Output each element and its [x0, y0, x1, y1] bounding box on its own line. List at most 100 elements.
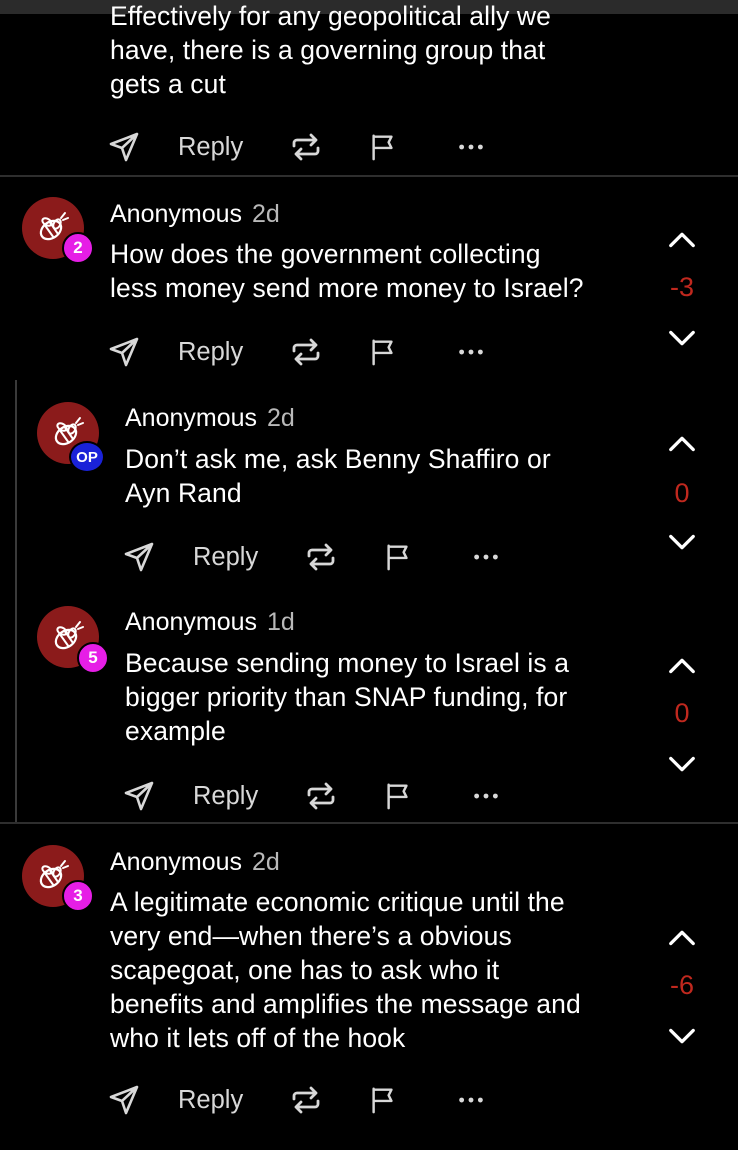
downvote-icon: [667, 329, 697, 349]
flag-button[interactable]: [368, 1080, 398, 1120]
comment-text-line: scapegoat, one has to ask who it: [110, 955, 500, 985]
comment-text-line: A legitimate economic critique until the: [110, 887, 565, 917]
comment-header: Anonymous 2d: [110, 848, 280, 877]
comment-text-line: very end—when there’s a obvious: [110, 921, 512, 951]
repost-button[interactable]: [290, 127, 322, 167]
share-button[interactable]: [108, 1080, 140, 1120]
vote-score: 0: [674, 698, 690, 728]
share-button[interactable]: [123, 537, 155, 577]
comment-text-line: Ayn Rand: [125, 478, 242, 508]
author-name: Anonymous: [110, 200, 243, 228]
upvote-icon: [667, 655, 697, 675]
downvote-button[interactable]: [662, 324, 702, 354]
upvote-button[interactable]: [662, 650, 702, 680]
comment-actions: Reply: [108, 332, 508, 372]
reply-button[interactable]: Reply: [193, 537, 258, 577]
share-button[interactable]: [108, 332, 140, 372]
timestamp: 2d: [267, 404, 295, 432]
reply-button[interactable]: Reply: [178, 127, 243, 167]
downvote-button[interactable]: [662, 1022, 702, 1052]
flag-button[interactable]: [368, 127, 398, 167]
comment-header: Anonymous 2d: [125, 404, 295, 433]
repost-icon: [290, 131, 322, 163]
comment-text-line: have, there is a governing group that: [110, 35, 546, 65]
share-icon: [108, 336, 140, 368]
repost-icon: [290, 1084, 322, 1116]
partial-comment: Effectively for any geopolitical ally we…: [0, 0, 738, 176]
comment: 3 Anonymous 2d A legitimate economic crit…: [0, 824, 738, 1150]
downvote-button[interactable]: [662, 528, 702, 558]
upvote-button[interactable]: [662, 922, 702, 952]
share-button[interactable]: [123, 776, 155, 816]
more-button[interactable]: [471, 537, 501, 577]
author-name: Anonymous: [125, 404, 258, 432]
share-button[interactable]: [108, 127, 140, 167]
more-icon: [471, 781, 501, 811]
comment-text-line: Because sending money to Israel is a: [125, 648, 570, 678]
downvote-icon: [667, 755, 697, 775]
more-icon: [456, 132, 486, 162]
share-icon: [123, 541, 155, 573]
comment-header: Anonymous 2d: [110, 200, 280, 229]
share-icon: [108, 131, 140, 163]
comment-actions: Reply: [123, 537, 523, 577]
upvote-icon: [667, 229, 697, 249]
timestamp: 1d: [267, 608, 295, 636]
share-icon: [108, 1084, 140, 1116]
upvote-button[interactable]: [662, 224, 702, 254]
flag-icon: [383, 542, 413, 572]
user-badge: 3: [62, 880, 94, 912]
downvote-icon: [667, 533, 697, 553]
more-button[interactable]: [456, 332, 486, 372]
comment-text-line: bigger priority than SNAP funding, for: [125, 682, 568, 712]
comment-reply: 5 Anonymous 1d Because sending money to I…: [0, 584, 738, 822]
author-name: Anonymous: [110, 848, 243, 876]
timestamp: 2d: [252, 848, 280, 876]
more-button[interactable]: [456, 1080, 486, 1120]
vote-score: -3: [669, 272, 694, 302]
repost-button[interactable]: [305, 776, 337, 816]
reply-button[interactable]: Reply: [178, 332, 243, 372]
comment-reply: OP Anonymous 2d Don’t ask me, ask Benny S…: [0, 380, 738, 584]
repost-button[interactable]: [290, 332, 322, 372]
more-button[interactable]: [456, 127, 486, 167]
flag-icon: [368, 1085, 398, 1115]
flag-button[interactable]: [383, 776, 413, 816]
repost-icon: [305, 780, 337, 812]
vote-score: -6: [669, 970, 694, 1000]
comment-text-line: How does the government collecting: [110, 239, 541, 269]
repost-button[interactable]: [290, 1080, 322, 1120]
author-name: Anonymous: [125, 608, 258, 636]
flag-icon: [368, 337, 398, 367]
comment-text-line: example: [125, 716, 226, 746]
more-icon: [456, 1085, 486, 1115]
flag-icon: [368, 132, 398, 162]
vote-score: 0: [674, 478, 690, 508]
flag-button[interactable]: [383, 537, 413, 577]
comment-header: Anonymous 1d: [125, 608, 295, 637]
comment-text-line: gets a cut: [110, 69, 226, 99]
upvote-icon: [667, 433, 697, 453]
comment: 2 Anonymous 2d How does the government co…: [0, 176, 738, 380]
repost-icon: [290, 336, 322, 368]
comment-actions: Reply: [108, 1080, 508, 1120]
reply-button[interactable]: Reply: [193, 776, 258, 816]
comment-text-line: benefits and amplifies the message and: [110, 989, 581, 1019]
comment-text-line: Don’t ask me, ask Benny Shaffiro or: [125, 444, 551, 474]
more-button[interactable]: [471, 776, 501, 816]
user-badge: 5: [77, 642, 109, 674]
reply-button[interactable]: Reply: [178, 1080, 243, 1120]
user-badge: 2: [62, 232, 94, 264]
timestamp: 2d: [252, 200, 280, 228]
comment-text-line: Effectively for any geopolitical ally we: [110, 1, 551, 31]
flag-button[interactable]: [368, 332, 398, 372]
repost-button[interactable]: [305, 537, 337, 577]
more-icon: [471, 542, 501, 572]
comment-text-line: less money send more money to Israel?: [110, 273, 584, 303]
comment-actions: Reply: [123, 776, 523, 816]
downvote-button[interactable]: [662, 750, 702, 780]
more-icon: [456, 337, 486, 367]
repost-icon: [305, 541, 337, 573]
upvote-button[interactable]: [662, 428, 702, 458]
op-badge: OP: [69, 441, 105, 473]
